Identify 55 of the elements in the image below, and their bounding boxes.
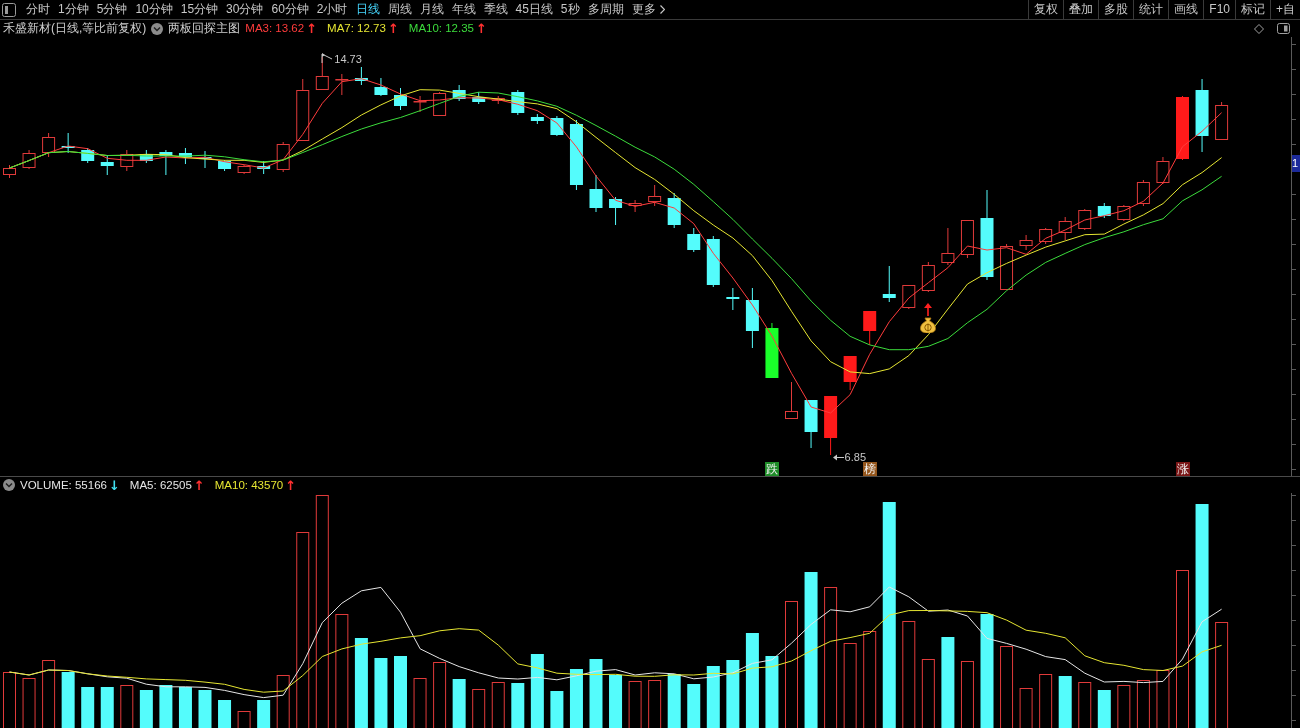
- up-arrow-icon: [924, 303, 933, 316]
- sidebar-toggle-icon[interactable]: [2, 2, 16, 17]
- trend-arrow: ↑: [285, 477, 297, 493]
- leader-arrow-icon: [321, 53, 334, 65]
- toolbar-button[interactable]: 统计: [1133, 0, 1169, 19]
- volume-legend-value: MA5: 62505: [129, 477, 192, 493]
- price-axis-label: 1: [1292, 155, 1300, 172]
- period-tab[interactable]: 季线: [479, 0, 512, 19]
- toolbar-button[interactable]: 画线: [1168, 0, 1204, 19]
- period-tab[interactable]: 1分钟: [54, 0, 93, 19]
- high-price-label: 14.73: [334, 53, 362, 66]
- period-tab[interactable]: 5秒: [556, 0, 584, 19]
- collapse-icon[interactable]: [151, 22, 164, 35]
- period-tab[interactable]: 10分钟: [131, 0, 177, 19]
- period-tab[interactable]: 周线: [383, 0, 416, 19]
- signal-badge: 跌: [764, 462, 779, 476]
- trend-arrow: ↑: [193, 477, 205, 493]
- trend-arrow: ↑: [476, 21, 487, 36]
- chevron-right-icon: [659, 5, 665, 14]
- volume-legend-value: VOLUME: 55166: [20, 477, 107, 493]
- toolbar-button[interactable]: 复权: [1028, 0, 1064, 19]
- period-tab[interactable]: 5分钟: [92, 0, 132, 19]
- toolbar-button[interactable]: 标记: [1235, 0, 1270, 19]
- toolbar-button[interactable]: +自: [1270, 0, 1300, 19]
- money-bag-icon: [920, 317, 937, 333]
- toolbar-button[interactable]: 叠加: [1063, 0, 1099, 19]
- toolbar-button[interactable]: F10: [1203, 0, 1235, 19]
- signal-badge: 涨: [1175, 462, 1190, 476]
- trend-arrow: ↓: [108, 477, 120, 493]
- period-tab[interactable]: 15分钟: [176, 0, 223, 19]
- period-tab[interactable]: 30分钟: [222, 0, 268, 19]
- collapse-icon[interactable]: [3, 479, 15, 491]
- period-tab[interactable]: 年线: [447, 0, 480, 19]
- trend-arrow: ↑: [306, 21, 318, 36]
- toolbar-button[interactable]: 多股: [1098, 0, 1134, 19]
- signal-badge: 榜: [862, 462, 877, 476]
- trend-arrow: ↑: [387, 21, 399, 36]
- period-tab[interactable]: 月线: [415, 0, 448, 19]
- panel-toggle-icon[interactable]: [1277, 23, 1290, 34]
- diamond-icon[interactable]: [1254, 23, 1264, 34]
- period-tab[interactable]: 2小时: [312, 0, 352, 19]
- low-price-label: 6.85: [844, 451, 866, 463]
- period-tab[interactable]: 分时: [22, 0, 54, 19]
- period-tab[interactable]: 日线: [351, 0, 384, 19]
- more-menu-button[interactable]: 更多: [627, 0, 669, 19]
- volume-legend-value: MA10: 43570: [214, 477, 284, 493]
- period-tab[interactable]: 多周期: [583, 0, 628, 19]
- chart-title: 禾盛新材(日线,等比前复权): [3, 21, 147, 36]
- ma-legend-value: MA10: 12.35: [408, 21, 474, 36]
- period-tab[interactable]: 60分钟: [267, 0, 313, 19]
- ma-legend-value: MA3: 13.62: [245, 21, 305, 36]
- left-arrow-icon: [832, 454, 844, 461]
- period-tab[interactable]: 45日线: [511, 0, 557, 19]
- ma-legend-value: MA7: 12.73: [327, 21, 386, 36]
- indicator-name[interactable]: 两板回探主图: [168, 21, 241, 36]
